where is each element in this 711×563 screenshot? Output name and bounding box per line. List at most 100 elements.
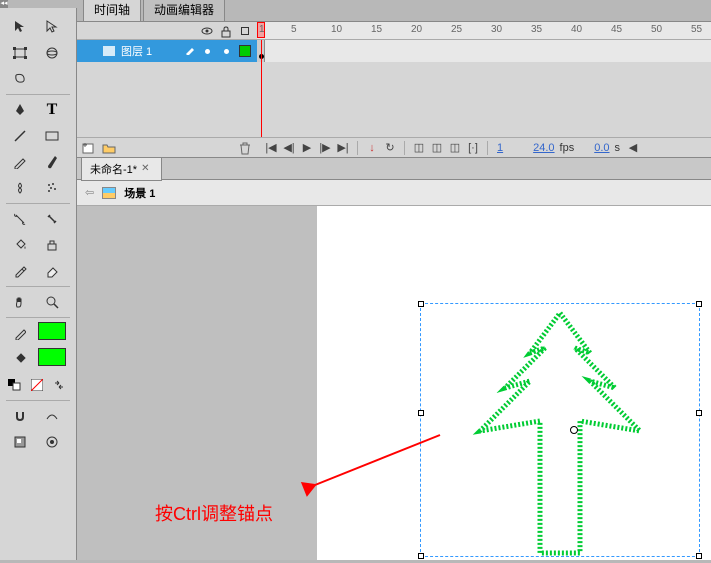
brush-tool[interactable] [38, 151, 66, 173]
pencil-tool[interactable] [6, 151, 34, 173]
rectangle-tool[interactable] [38, 125, 66, 147]
layer-visibility-dot[interactable] [205, 49, 210, 54]
no-color-tool[interactable] [28, 374, 46, 396]
eyedropper-tool[interactable] [6, 260, 34, 282]
swap-colors-tool[interactable] [50, 374, 68, 396]
layer-name[interactable]: 图层 1 [121, 43, 179, 59]
layer-lock-dot[interactable] [224, 49, 229, 54]
layer-outline-color[interactable] [239, 45, 251, 57]
scene-icon [102, 187, 116, 199]
modify-markers-button[interactable]: [·] [465, 140, 481, 156]
layer-edit-icon [185, 45, 195, 58]
delete-layer-button[interactable] [237, 140, 253, 156]
smooth-option[interactable] [38, 405, 66, 427]
transform-handle[interactable] [696, 553, 702, 559]
lock-column-icon[interactable] [221, 26, 231, 36]
ruler-tick: 1 [259, 24, 265, 35]
edit-bar: ⇦ 场景 1 [77, 180, 711, 206]
timeline-menu-button[interactable]: ◀ [625, 140, 641, 156]
time-label: s [615, 142, 621, 154]
hand-tool[interactable] [6, 291, 34, 313]
ruler-tick: 30 [491, 24, 502, 35]
frame-strip[interactable] [257, 40, 711, 62]
ruler-tick: 35 [531, 24, 542, 35]
option-3[interactable] [6, 431, 34, 453]
document-tab[interactable]: 未命名-1* ✕ [81, 157, 162, 181]
layer-row[interactable]: 图层 1 [77, 40, 711, 62]
onion-outlines-button[interactable]: ◫ [429, 140, 445, 156]
layer-type-icon [103, 46, 115, 56]
transform-handle[interactable] [418, 410, 424, 416]
goto-last-button[interactable]: ▶| [335, 140, 351, 156]
timeline-panel: 1 5 10 15 20 25 30 35 40 45 50 55 图层 1 [77, 22, 711, 158]
scene-label[interactable]: 场景 1 [124, 185, 155, 201]
paint-bucket-tool[interactable] [6, 234, 34, 256]
tab-timeline[interactable]: 时间轴 [83, 0, 141, 21]
3d-rotation-tool[interactable] [38, 42, 66, 64]
goto-first-button[interactable]: |◀ [263, 140, 279, 156]
tools-panel: T [0, 8, 77, 560]
annotation-arrow [300, 430, 450, 500]
layer-column-header [77, 22, 257, 39]
new-folder-button[interactable] [101, 140, 117, 156]
free-transform-tool[interactable] [6, 42, 34, 64]
onion-skin-button[interactable]: ◫ [411, 140, 427, 156]
black-white-tool[interactable] [6, 374, 24, 396]
subselection-tool[interactable] [38, 16, 66, 38]
close-document-button[interactable]: ✕ [141, 163, 153, 175]
fps-value[interactable]: 24.0 [533, 142, 554, 154]
eraser-tool[interactable] [38, 260, 66, 282]
current-frame-display[interactable]: 1 [497, 142, 503, 154]
scene-back-button[interactable]: ⇦ [85, 186, 94, 199]
visibility-column-icon[interactable] [201, 26, 211, 36]
new-layer-button[interactable] [81, 140, 97, 156]
ruler-tick: 20 [411, 24, 422, 35]
bone-tool[interactable] [6, 208, 34, 230]
step-fwd-button[interactable]: |▶ [317, 140, 333, 156]
spray-brush-tool[interactable] [38, 177, 66, 199]
ink-bottle-tool[interactable] [38, 234, 66, 256]
transform-handle[interactable] [696, 301, 702, 307]
transform-handle[interactable] [418, 553, 424, 559]
outline-column-icon[interactable] [241, 27, 249, 35]
annotation-text: 按Ctrl调整锚点 [155, 500, 273, 526]
panel-tabs: 时间轴 动画编辑器 [77, 0, 711, 22]
fill-color-tool[interactable] [6, 348, 34, 370]
line-tool[interactable] [6, 125, 34, 147]
playhead-line [261, 40, 262, 140]
pen-tool[interactable] [6, 99, 34, 121]
document-tabs: 未命名-1* ✕ [77, 158, 711, 180]
document-title: 未命名-1* [90, 161, 137, 177]
stroke-color-tool[interactable] [6, 322, 34, 344]
loop-button[interactable]: ↻ [382, 140, 398, 156]
text-tool[interactable]: T [38, 99, 66, 121]
lasso-tool[interactable] [6, 68, 34, 90]
ruler-tick: 15 [371, 24, 382, 35]
time-value[interactable]: 0.0 [594, 142, 609, 154]
transform-handle[interactable] [418, 301, 424, 307]
snap-option[interactable] [6, 405, 34, 427]
tab-anim-editor[interactable]: 动画编辑器 [143, 0, 225, 21]
transform-handle[interactable] [696, 410, 702, 416]
play-button[interactable]: ▶ [299, 140, 315, 156]
stroke-color-swatch[interactable] [38, 322, 66, 340]
deco-tool[interactable] [6, 177, 34, 199]
selection-tool[interactable] [6, 16, 34, 38]
ruler-tick: 5 [291, 24, 297, 35]
fps-label: fps [560, 142, 575, 154]
ruler-tick: 50 [651, 24, 662, 35]
ruler-tick: 45 [611, 24, 622, 35]
selection-bounding-box[interactable] [420, 303, 700, 557]
edit-multiple-button[interactable]: ◫ [447, 140, 463, 156]
zoom-tool[interactable] [38, 291, 66, 313]
option-4[interactable] [38, 431, 66, 453]
fill-color-swatch[interactable] [38, 348, 66, 366]
step-back-button[interactable]: ◀| [281, 140, 297, 156]
bind-tool[interactable] [38, 208, 66, 230]
panel-collapse-handle[interactable]: ◂◂ [0, 0, 8, 8]
frame-ruler[interactable]: 1 5 10 15 20 25 30 35 40 45 50 55 [257, 22, 711, 39]
ruler-tick: 55 [691, 24, 702, 35]
transform-pivot[interactable] [570, 426, 578, 434]
center-frame-button[interactable]: ↓ [364, 140, 380, 156]
ruler-tick: 10 [331, 24, 342, 35]
